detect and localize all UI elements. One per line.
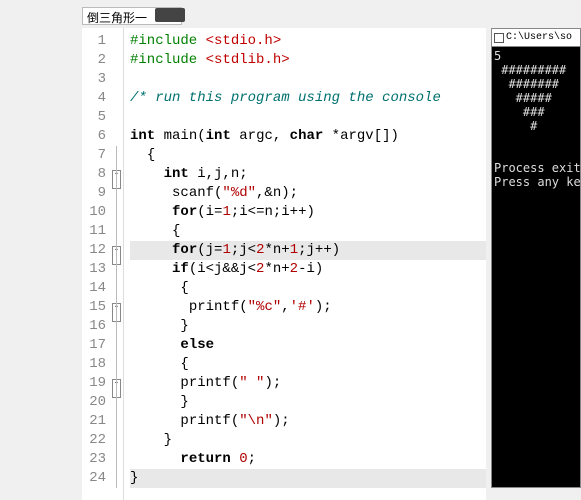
- code-line[interactable]: /* run this program using the console: [130, 89, 486, 108]
- fold-cell: [110, 32, 123, 51]
- line-number: 21: [82, 412, 106, 431]
- fold-cell: [110, 165, 123, 184]
- code-line[interactable]: }: [130, 393, 486, 412]
- code-line[interactable]: int main(int argc, char *argv[]): [130, 127, 486, 146]
- tab-smudge: [155, 8, 185, 22]
- fold-cell: [110, 336, 123, 355]
- fold-cell: [110, 241, 123, 260]
- line-number: 19: [82, 374, 106, 393]
- console-window[interactable]: C:\Users\so 5 ######### ####### ##### ##…: [491, 28, 581, 488]
- fold-cell: [110, 450, 123, 469]
- console-icon: [494, 33, 504, 43]
- code-line[interactable]: }: [130, 431, 486, 450]
- fold-cell: [110, 203, 123, 222]
- code-line[interactable]: [130, 108, 486, 127]
- code-line[interactable]: else: [130, 336, 486, 355]
- fold-cell[interactable]: -: [110, 222, 123, 241]
- fold-cell: [110, 431, 123, 450]
- line-number: 4: [82, 89, 106, 108]
- code-line[interactable]: scanf("%d",&n);: [130, 184, 486, 203]
- code-line[interactable]: printf("\n");: [130, 412, 486, 431]
- line-number: 23: [82, 450, 106, 469]
- file-tab-label: 倒三角形一: [87, 12, 147, 25]
- line-number: 11: [82, 222, 106, 241]
- line-number: 16: [82, 317, 106, 336]
- console-titlebar[interactable]: C:\Users\so: [492, 29, 580, 47]
- fold-cell: [110, 298, 123, 317]
- code-line[interactable]: for(j=1;j<2*n+1;j++): [130, 241, 486, 260]
- line-number: 1: [82, 32, 106, 51]
- fold-column[interactable]: - - - -: [110, 28, 124, 500]
- line-number: 10: [82, 203, 106, 222]
- line-number: 12: [82, 241, 106, 260]
- fold-cell[interactable]: -: [110, 146, 123, 165]
- fold-cell: [110, 89, 123, 108]
- line-number: 8: [82, 165, 106, 184]
- console-output: 5 ######### ####### ##### ### # Process …: [492, 47, 580, 191]
- code-line[interactable]: {: [130, 355, 486, 374]
- fold-cell: [110, 127, 123, 146]
- line-number: 15: [82, 298, 106, 317]
- code-area[interactable]: #include <stdio.h>#include <stdlib.h> /*…: [124, 28, 486, 500]
- line-number: 13: [82, 260, 106, 279]
- code-line[interactable]: printf("%c",'#');: [130, 298, 486, 317]
- line-number-gutter: 123456789101112131415161718192021222324: [82, 28, 110, 500]
- line-number: 5: [82, 108, 106, 127]
- console-title-text: C:\Users\so: [506, 32, 572, 43]
- fold-cell: [110, 412, 123, 431]
- line-number: 3: [82, 70, 106, 89]
- line-number: 18: [82, 355, 106, 374]
- code-line[interactable]: printf(" ");: [130, 374, 486, 393]
- code-line[interactable]: if(i<j&&j<2*n+2-i): [130, 260, 486, 279]
- fold-cell[interactable]: -: [110, 279, 123, 298]
- code-line[interactable]: for(i=1;i<=n;i++): [130, 203, 486, 222]
- fold-cell: [110, 374, 123, 393]
- fold-cell: [110, 70, 123, 89]
- fold-cell: [110, 184, 123, 203]
- line-number: 20: [82, 393, 106, 412]
- fold-cell[interactable]: -: [110, 355, 123, 374]
- code-line[interactable]: {: [130, 222, 486, 241]
- fold-cell: [110, 393, 123, 412]
- code-editor[interactable]: 123456789101112131415161718192021222324 …: [82, 28, 486, 500]
- fold-cell: [110, 317, 123, 336]
- line-number: 24: [82, 469, 106, 488]
- line-number: 7: [82, 146, 106, 165]
- code-line[interactable]: [130, 70, 486, 89]
- fold-cell: [110, 108, 123, 127]
- code-line[interactable]: {: [130, 146, 486, 165]
- code-line[interactable]: }: [130, 317, 486, 336]
- fold-cell: [110, 469, 123, 488]
- fold-cell: [110, 51, 123, 70]
- line-number: 22: [82, 431, 106, 450]
- line-number: 6: [82, 127, 106, 146]
- code-line[interactable]: int i,j,n;: [130, 165, 486, 184]
- code-line[interactable]: }: [130, 469, 486, 488]
- code-line[interactable]: #include <stdio.h>: [130, 32, 486, 51]
- line-number: 14: [82, 279, 106, 298]
- code-line[interactable]: return 0;: [130, 450, 486, 469]
- line-number: 17: [82, 336, 106, 355]
- line-number: 9: [82, 184, 106, 203]
- fold-cell: [110, 260, 123, 279]
- line-number: 2: [82, 51, 106, 70]
- code-line[interactable]: {: [130, 279, 486, 298]
- code-line[interactable]: #include <stdlib.h>: [130, 51, 486, 70]
